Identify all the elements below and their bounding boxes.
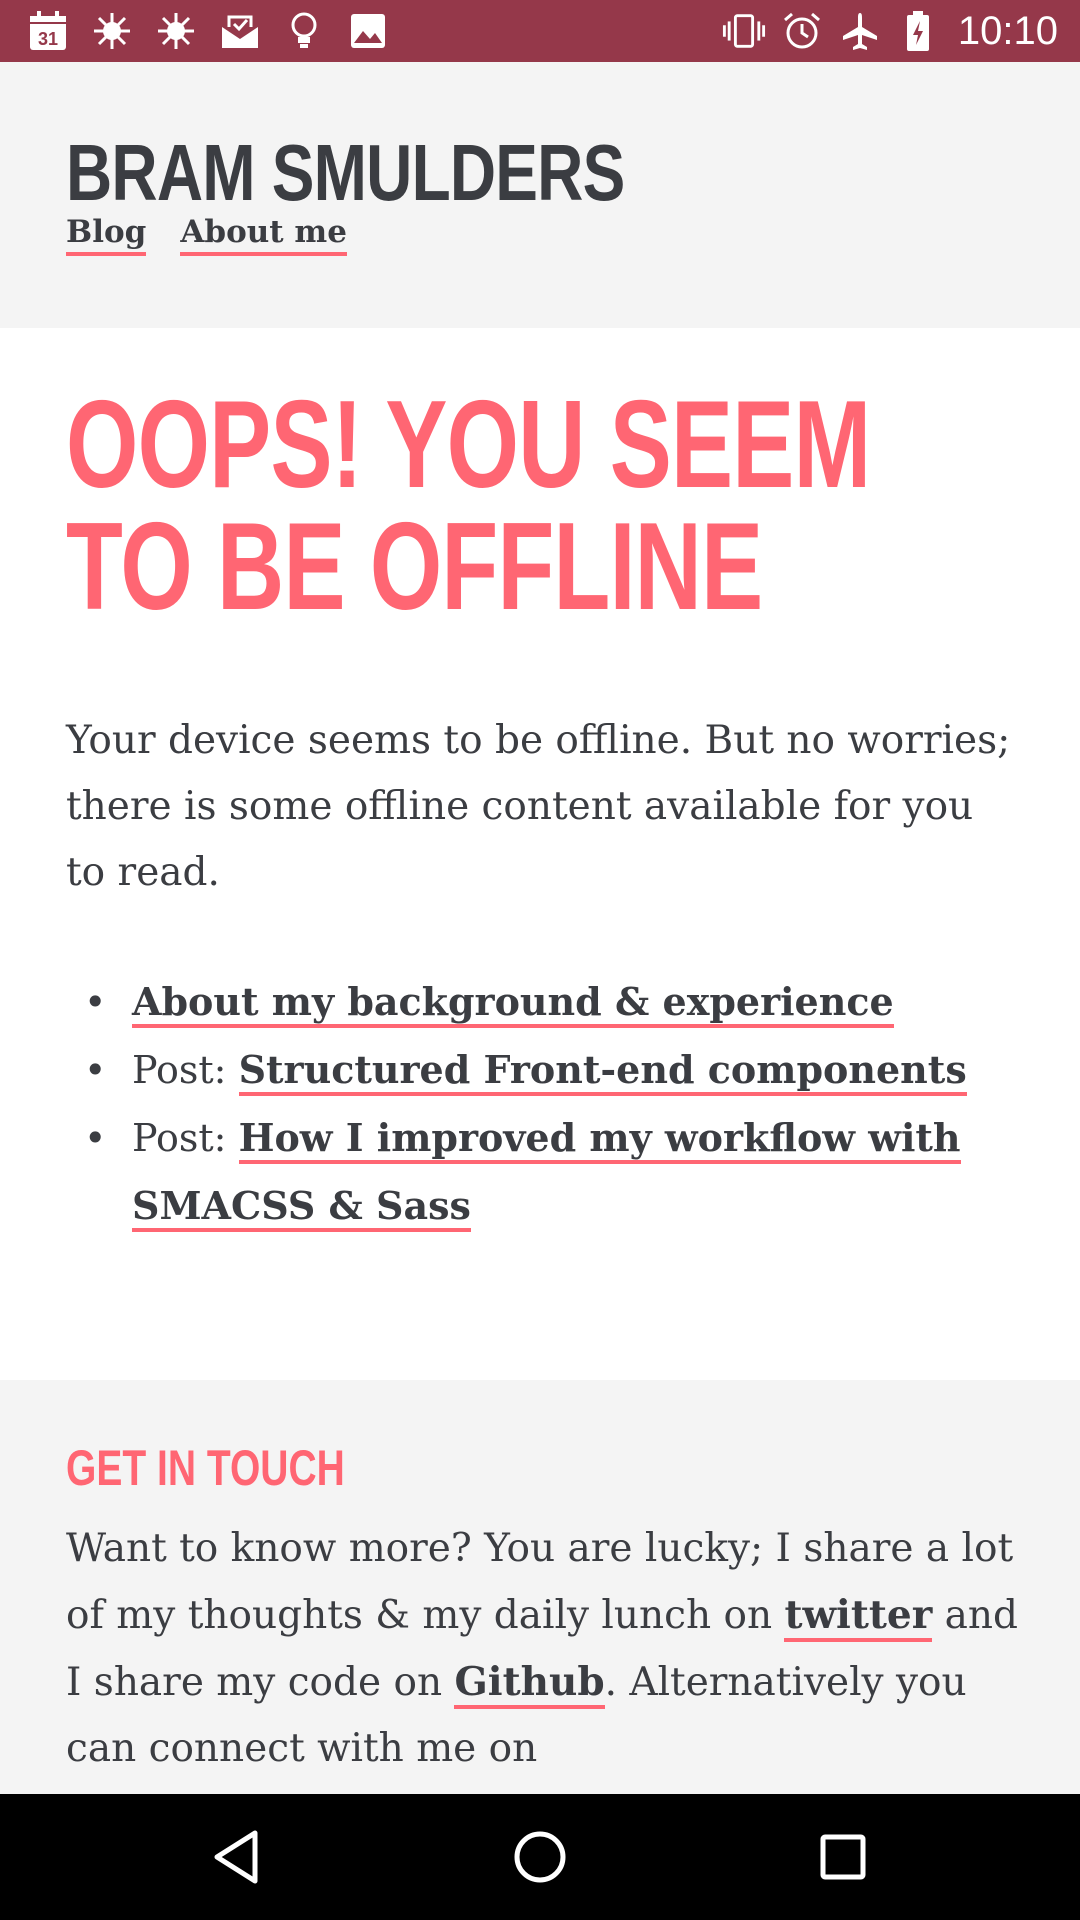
- link-smacss-workflow[interactable]: How I improved my workflow with SMACSS &…: [132, 1115, 961, 1232]
- status-bar: 31 10:10: [0, 0, 1080, 62]
- airplane-mode-icon: [838, 9, 882, 53]
- weather-icon: [154, 9, 198, 53]
- clock: 10:10: [957, 8, 1058, 53]
- home-icon[interactable]: [505, 1822, 575, 1892]
- link-structured-frontend[interactable]: Structured Front-end components: [238, 1047, 967, 1096]
- alarm-icon: [780, 9, 824, 53]
- mail-icon: [218, 9, 262, 53]
- contact-text: Want to know more? You are lucky; I shar…: [66, 1516, 1026, 1782]
- notification-icons: 31: [26, 8, 410, 54]
- image-icon: [346, 9, 390, 53]
- site-header: BRAM SMULDERS Blog About me: [0, 62, 1080, 328]
- site-title[interactable]: BRAM SMULDERS: [66, 128, 625, 218]
- github-link[interactable]: Github: [454, 1659, 605, 1709]
- calendar-day: 31: [38, 29, 58, 49]
- link-about-background[interactable]: About my background & experience: [132, 979, 894, 1028]
- calendar-icon: 31: [26, 9, 70, 53]
- list-item: • Post: Structured Front-end components: [84, 1036, 1080, 1104]
- back-icon[interactable]: [201, 1822, 271, 1892]
- contact-section: GET IN TOUCH Want to know more? You are …: [0, 1380, 1080, 1794]
- bullet-icon: •: [84, 1116, 107, 1160]
- vibrate-icon: [722, 9, 766, 53]
- offline-headline: OOPS! YOU SEEM TO BE OFFLINE: [66, 376, 871, 636]
- offline-intro: Your device seems to be offline. But no …: [66, 718, 1011, 895]
- contact-heading: GET IN TOUCH: [66, 1440, 345, 1496]
- system-icons: 10:10: [722, 8, 1058, 54]
- main-content: OOPS! YOU SEEM TO BE OFFLINE Your device…: [0, 328, 1080, 1380]
- bullet-icon: •: [84, 980, 107, 1024]
- main-nav: Blog About me: [66, 212, 381, 256]
- list-item-prefix: Post:: [132, 1048, 239, 1092]
- list-item: • About my background & experience: [84, 968, 1080, 1036]
- battery-charging-icon: [896, 9, 940, 53]
- nav-link-about-me[interactable]: About me: [180, 212, 347, 256]
- weather-icon: [90, 9, 134, 53]
- system-navigation-bar: [0, 1794, 1080, 1920]
- recents-icon[interactable]: [808, 1822, 878, 1892]
- twitter-link[interactable]: twitter: [784, 1592, 933, 1642]
- list-item: • Post: How I improved my workflow with …: [84, 1104, 1080, 1240]
- bullet-icon: •: [84, 1048, 107, 1092]
- list-item-prefix: Post:: [132, 1116, 239, 1160]
- nav-link-blog[interactable]: Blog: [66, 212, 147, 256]
- offline-link-list: • About my background & experience • Pos…: [66, 968, 1080, 1240]
- bulb-icon: [282, 9, 326, 53]
